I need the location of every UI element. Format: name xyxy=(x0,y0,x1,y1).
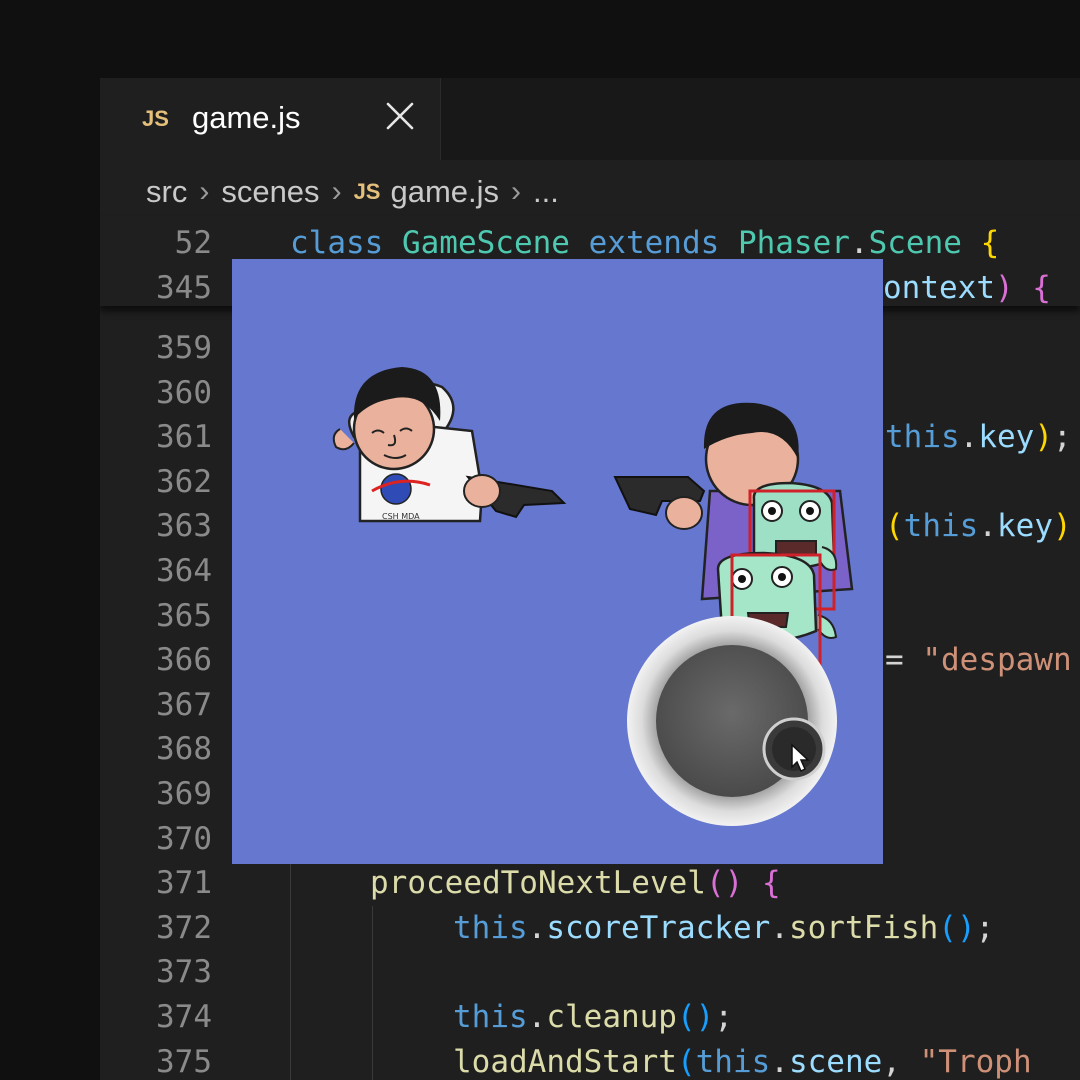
line-number: 375 xyxy=(156,1043,212,1080)
line-number: 364 xyxy=(156,553,212,589)
breadcrumb-src[interactable]: src xyxy=(146,174,187,210)
code-token: . xyxy=(770,909,789,946)
line-number: 369 xyxy=(156,776,212,812)
code-token: . xyxy=(770,1043,789,1080)
breadcrumb-file[interactable]: game.js xyxy=(390,174,499,210)
line-number: 371 xyxy=(156,865,212,902)
code-token: ) xyxy=(1053,508,1072,545)
code-token: ) xyxy=(1034,419,1053,456)
virtual-joystick[interactable] xyxy=(627,616,837,826)
code-token: this xyxy=(695,1043,771,1080)
breadcrumb-scenes[interactable]: scenes xyxy=(221,174,319,210)
close-icon[interactable] xyxy=(378,94,422,138)
chevron-right-icon: › xyxy=(331,174,342,208)
code-token: . xyxy=(527,999,547,1035)
code-token: () xyxy=(938,909,976,946)
line-code: this.scoreTracker.sortFish(); xyxy=(453,906,994,950)
shirt-text: CSH MDA xyxy=(382,512,420,521)
code-token: ( xyxy=(676,1043,696,1080)
code-token: , xyxy=(882,1043,920,1080)
code-token: () xyxy=(676,999,715,1035)
indent-guide xyxy=(372,905,373,1080)
code-line[interactable]: 372 this.scoreTracker.sortFish(); xyxy=(100,906,1080,950)
line-number: 372 xyxy=(156,909,212,946)
code-token: ; xyxy=(1053,419,1072,456)
javascript-file-icon: JS xyxy=(353,178,381,204)
game-scene: CSH MDA xyxy=(332,367,854,826)
javascript-file-icon: JS xyxy=(142,106,169,131)
line-number: 360 xyxy=(156,374,212,411)
code-token: "despawn xyxy=(922,642,1072,679)
code-token: key xyxy=(997,508,1053,545)
code-token: scoreTracker xyxy=(546,909,771,946)
code-token: . xyxy=(849,225,869,261)
line-number: 374 xyxy=(156,999,212,1035)
code-token: this xyxy=(453,999,528,1035)
game-preview-window[interactable]: CSH MDA xyxy=(232,259,883,864)
player-character: CSH MDA xyxy=(332,367,567,523)
line-code: (this.key) xyxy=(885,504,1072,548)
code-token: class xyxy=(290,225,402,261)
code-token: { xyxy=(980,225,1000,261)
code-token: sortFish xyxy=(788,909,939,946)
code-line[interactable]: 375 loadAndStart(this.scene, "Troph xyxy=(100,1040,1080,1080)
code-token: scene xyxy=(788,1043,883,1080)
line-number: 366 xyxy=(156,642,212,679)
code-token: Scene xyxy=(868,225,981,261)
code-token: GameScene xyxy=(401,225,589,261)
code-token: Phaser xyxy=(737,225,850,261)
line-number: 362 xyxy=(156,463,212,500)
code-token: ( xyxy=(885,508,904,545)
tab-bar: JS game.js xyxy=(100,78,1080,160)
code-token: "Troph xyxy=(919,1043,1032,1080)
line-number: 52 xyxy=(174,225,212,261)
line-number: 345 xyxy=(156,269,212,306)
code-line[interactable]: 371 proceedToNextLevel() { xyxy=(100,861,1080,905)
code-token: this xyxy=(903,508,979,545)
line-code: proceedToNextLevel() { xyxy=(370,861,781,905)
code-token: extends xyxy=(588,225,738,261)
chevron-right-icon: › xyxy=(199,174,210,208)
line-number: 361 xyxy=(156,419,212,456)
line-code: this.key); xyxy=(885,415,1072,459)
code-token: this xyxy=(453,909,528,946)
breadcrumb-more[interactable]: ... xyxy=(533,174,559,210)
code-token: loadAndStart xyxy=(453,1043,677,1080)
chevron-right-icon: › xyxy=(511,174,522,208)
code-token: proceedToNextLevel xyxy=(370,865,706,902)
line-number: 370 xyxy=(156,820,212,857)
line-number: 363 xyxy=(156,508,212,545)
code-token: this xyxy=(885,419,960,456)
line-number: 368 xyxy=(156,731,212,768)
code-token: . xyxy=(959,419,979,456)
code-line[interactable]: 374 this.cleanup(); xyxy=(100,995,1080,1039)
code-token: ; xyxy=(975,909,995,946)
line-number: 373 xyxy=(156,954,212,991)
code-token: ; xyxy=(714,999,733,1035)
line-code: loadAndStart(this.scene, "Troph xyxy=(453,1040,1032,1080)
line-code: = "despawn xyxy=(885,638,1072,682)
code-line[interactable]: 373 xyxy=(100,950,1080,994)
code-token: = xyxy=(885,642,923,679)
code-token: ontext xyxy=(883,269,995,306)
tab-label: game.js xyxy=(192,100,301,135)
line-number: 367 xyxy=(156,686,212,723)
code-token: . xyxy=(527,909,547,946)
line-number: 359 xyxy=(156,330,212,366)
line-code: this.cleanup(); xyxy=(453,995,733,1039)
line-number: 365 xyxy=(156,597,212,634)
code-token: { xyxy=(761,865,781,902)
code-token: () xyxy=(705,865,762,902)
code-token: key xyxy=(978,419,1035,456)
code-token: . xyxy=(978,508,997,545)
breadcrumb: src › scenes › JS game.js ›... xyxy=(146,172,559,212)
code-token: ) { xyxy=(994,269,1051,306)
line-code: ontext) { xyxy=(883,266,1051,310)
code-token: cleanup xyxy=(546,999,677,1035)
tab-game-js[interactable]: JS game.js xyxy=(100,78,441,160)
